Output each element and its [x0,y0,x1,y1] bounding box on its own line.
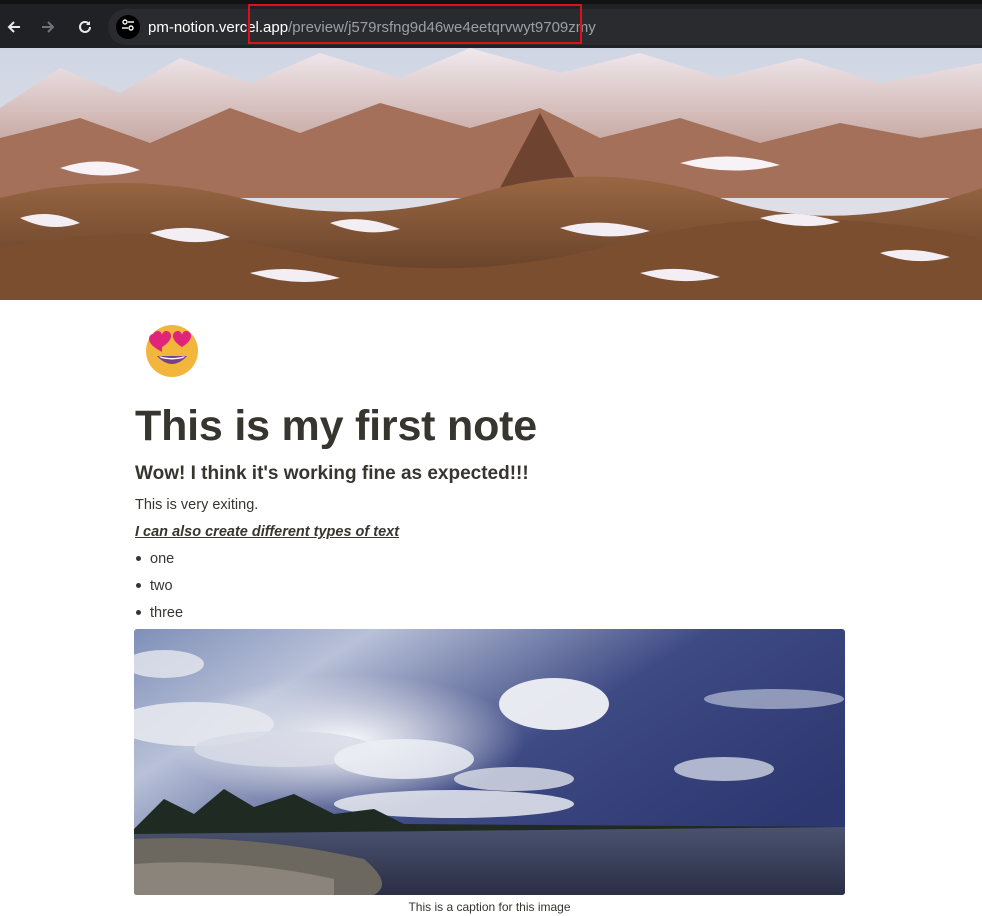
paragraph: This is very exiting. [135,497,259,513]
content-image [134,629,845,895]
tune-icon [121,18,135,37]
heading: Wow! I think it's working fine as expect… [135,463,529,484]
forward-button[interactable] [35,14,61,40]
page-title: This is my first note [135,402,537,450]
page-emoji-icon [143,320,201,378]
bullet-icon [136,610,141,615]
image-caption: This is a caption for this image [408,900,571,914]
styled-text: I can also create different types of tex… [135,524,400,540]
cover-image [0,48,982,300]
reload-button[interactable] [72,14,98,40]
arrow-right-icon [40,19,56,35]
reload-icon [77,19,93,35]
url-highlight-box [248,4,582,44]
bullet-icon [136,583,141,588]
bullet-icon [136,556,141,561]
list-item: three [135,603,183,630]
arrow-left-icon [6,19,22,35]
back-button[interactable] [1,14,27,40]
list-item-text: two [150,578,173,594]
site-info-button[interactable] [116,15,140,39]
list-item: two [135,576,183,603]
list-item: one [135,549,183,576]
list-item-text: three [150,605,184,621]
bullet-list: one two three [135,549,183,630]
list-item-text: one [150,551,175,567]
